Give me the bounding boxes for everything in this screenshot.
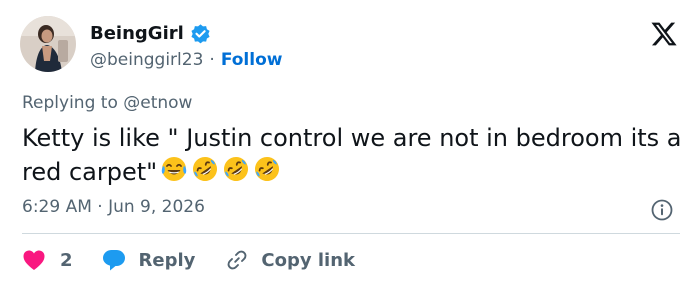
heart-icon: [22, 249, 46, 271]
tweet-timestamp[interactable]: 6:29 AM · Jun 9, 2026: [22, 197, 205, 217]
replying-to-label: Replying to: [22, 93, 118, 113]
rolling-on-floor-laughing-icon: [190, 154, 220, 184]
rolling-on-floor-laughing-icon: [252, 154, 282, 184]
reply-bubble-icon: [101, 248, 127, 272]
info-icon[interactable]: [650, 198, 674, 222]
like-button[interactable]: 2: [22, 249, 73, 271]
avatar[interactable]: [20, 16, 76, 72]
link-icon: [225, 248, 249, 272]
divider: [22, 233, 680, 234]
copy-link-button[interactable]: Copy link: [225, 248, 355, 272]
face-with-tears-of-joy-icon: [159, 154, 189, 184]
copy-link-label: Copy link: [261, 249, 355, 271]
separator-dot: ·: [209, 50, 215, 70]
reply-label: Reply: [138, 249, 196, 271]
author-name-row: BeingGirl: [90, 20, 211, 46]
tweet-text: Ketty is like " Justin control we are no…: [22, 124, 682, 186]
follow-button[interactable]: Follow: [221, 50, 283, 70]
author-display-name[interactable]: BeingGirl: [90, 23, 184, 44]
tweet-body: Ketty is like " Justin control we are no…: [22, 123, 682, 188]
replying-to-mention[interactable]: @etnow: [123, 93, 192, 113]
reply-button[interactable]: Reply: [101, 248, 196, 272]
action-bar: 2 Reply Copy link: [22, 246, 355, 274]
author-handle-row: @beinggirl23 · Follow: [90, 48, 282, 72]
like-count: 2: [60, 249, 73, 271]
author-handle[interactable]: @beinggirl23: [90, 50, 203, 70]
x-logo-icon[interactable]: [650, 20, 678, 48]
tweet-card: BeingGirl @beinggirl23 · Follow Replying…: [0, 0, 700, 287]
replying-to: Replying to @etnow: [22, 93, 192, 113]
rolling-on-floor-laughing-icon: [221, 154, 251, 184]
verified-badge-icon: [190, 23, 211, 44]
emoji-group: [159, 154, 282, 184]
